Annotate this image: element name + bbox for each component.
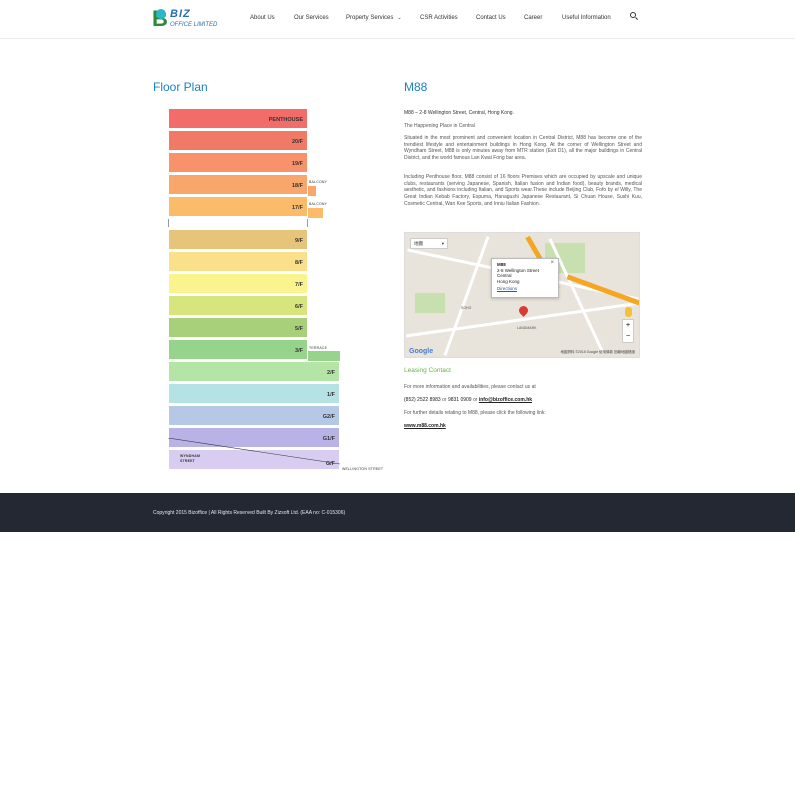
street-view-pegman-icon[interactable] xyxy=(625,307,632,317)
building-title: M88 xyxy=(404,80,428,94)
nav-property-services-label: Property Services xyxy=(346,15,394,21)
zoom-in-button[interactable]: + xyxy=(623,320,633,331)
search-icon-handle xyxy=(634,17,639,21)
building-description-1: Situated in the most prominent and conve… xyxy=(404,135,642,162)
leasing-contact-heading: Leasing Contact xyxy=(404,367,451,374)
map-info-window: × M88 2-8 Wellington Street Central Hong… xyxy=(491,258,559,298)
further-details-text: For further details relating to M88, ple… xyxy=(404,410,546,416)
nav-contact-us[interactable]: Contact Us xyxy=(476,15,506,21)
directions-link[interactable]: Directions xyxy=(497,286,553,292)
phone-2[interactable]: 9831 0909 xyxy=(448,397,472,403)
map-type-label: 地圖 xyxy=(414,241,423,246)
balcony-17f xyxy=(308,208,323,218)
nav-career[interactable]: Career xyxy=(524,15,542,21)
floor-7f[interactable]: 7/F xyxy=(168,273,308,294)
map-type-select[interactable]: 地圖 ▾ xyxy=(410,238,448,249)
terrace-label: TERRACE xyxy=(309,346,328,350)
floor-gap-left xyxy=(168,219,169,227)
floor-20f[interactable]: 20/F xyxy=(168,130,308,151)
website-link-row: www.m88.com.hk xyxy=(404,423,642,430)
nav-about-us[interactable]: About Us xyxy=(250,15,275,21)
building-address: M88 – 2-8 Wellington Street, Central, Ho… xyxy=(404,110,514,116)
nav-property-services[interactable]: Property Services ⌄ xyxy=(346,15,402,21)
logo-name: BIZ xyxy=(170,8,191,20)
floor-2f[interactable]: 2/F xyxy=(168,361,340,382)
balcony-label-17f: BALCONY xyxy=(309,202,328,206)
map-label-soho: SOHO xyxy=(461,306,472,310)
floor-19f[interactable]: 19/F xyxy=(168,152,308,173)
floor-8f[interactable]: 8/F xyxy=(168,251,308,272)
floor-5f[interactable]: 5/F xyxy=(168,317,308,338)
chevron-down-icon: ▾ xyxy=(441,241,444,246)
site-header: B BIZ OFFICE LIMITED About Us Our Servic… xyxy=(0,0,795,39)
or-separator-1: or xyxy=(440,397,448,403)
map-label-landmark: LANDMARK xyxy=(517,326,537,330)
map-attribution[interactable]: 地圖資料 ©2015 Google 使用條款 回報地圖錯誤 xyxy=(560,350,635,355)
site-logo[interactable]: B BIZ OFFICE LIMITED xyxy=(152,6,222,34)
map-park-area-2 xyxy=(415,293,445,313)
copyright-text: Copyright 2015 Bizoffice | All Rights Re… xyxy=(153,510,346,516)
email-link[interactable]: info@bizoffice.com.hk xyxy=(479,397,532,403)
logo-subtitle: OFFICE LIMITED xyxy=(170,22,218,28)
nav-useful-information[interactable]: Useful Information xyxy=(562,15,611,21)
floor-plan-diagram: PENTHOUSE 20/F 19/F 18/F BALCONY 17/F BA… xyxy=(168,108,398,478)
floor-18f[interactable]: 18/F xyxy=(168,174,308,195)
balcony-label-18f: BALCONY xyxy=(309,180,328,184)
search-icon[interactable] xyxy=(630,12,639,21)
building-description-2: Including Penthouse floor, M88 consist o… xyxy=(404,174,642,207)
or-separator-2: or xyxy=(471,397,479,403)
floor-penthouse[interactable]: PENTHOUSE xyxy=(168,108,308,129)
location-map[interactable]: 地圖 ▾ LANDMARK SOHO × M88 2-8 Wellington … xyxy=(404,232,640,358)
phone-1[interactable]: (852) 2522 8983 xyxy=(404,397,441,403)
floor-g2f[interactable]: G2/F xyxy=(168,405,340,426)
google-logo[interactable]: Google xyxy=(409,348,433,355)
nav-csr-activities[interactable]: CSR Activities xyxy=(420,15,458,21)
map-zoom-control: + − xyxy=(622,319,634,343)
leasing-intro: For more information and availabilities,… xyxy=(404,384,536,390)
terrace-3f xyxy=(308,351,340,361)
nav-our-services[interactable]: Our Services xyxy=(294,15,329,21)
floor-17f[interactable]: 17/F xyxy=(168,196,308,217)
floor-3f[interactable]: 3/F xyxy=(168,339,308,360)
map-road-3 xyxy=(443,236,490,356)
chevron-down-icon: ⌄ xyxy=(397,15,402,21)
zoom-out-button[interactable]: − xyxy=(623,331,633,342)
leasing-contact-line: (852) 2522 8983 or 9831 0909 or info@biz… xyxy=(404,397,642,404)
wyndham-street-label: WYNDHAM STREET xyxy=(180,454,201,463)
building-tagline: The Happening Place in Central xyxy=(404,123,475,129)
floor-plan-title: Floor Plan xyxy=(153,80,208,94)
floor-gap-right xyxy=(307,219,308,227)
balcony-18f xyxy=(308,186,316,196)
site-footer: Copyright 2015 Bizoffice | All Rights Re… xyxy=(0,493,795,532)
website-link[interactable]: www.m88.com.hk xyxy=(404,423,446,429)
close-icon[interactable]: × xyxy=(550,260,554,267)
floor-6f[interactable]: 6/F xyxy=(168,295,308,316)
floor-9f[interactable]: 9/F xyxy=(168,229,308,250)
logo-swirl-icon xyxy=(156,9,166,19)
info-window-line3: Hong Kong xyxy=(497,278,520,284)
floor-1f[interactable]: 1/F xyxy=(168,383,340,404)
map-pin-icon[interactable] xyxy=(517,304,530,317)
wellington-street-label: WELLINGTON STREET xyxy=(342,467,384,471)
